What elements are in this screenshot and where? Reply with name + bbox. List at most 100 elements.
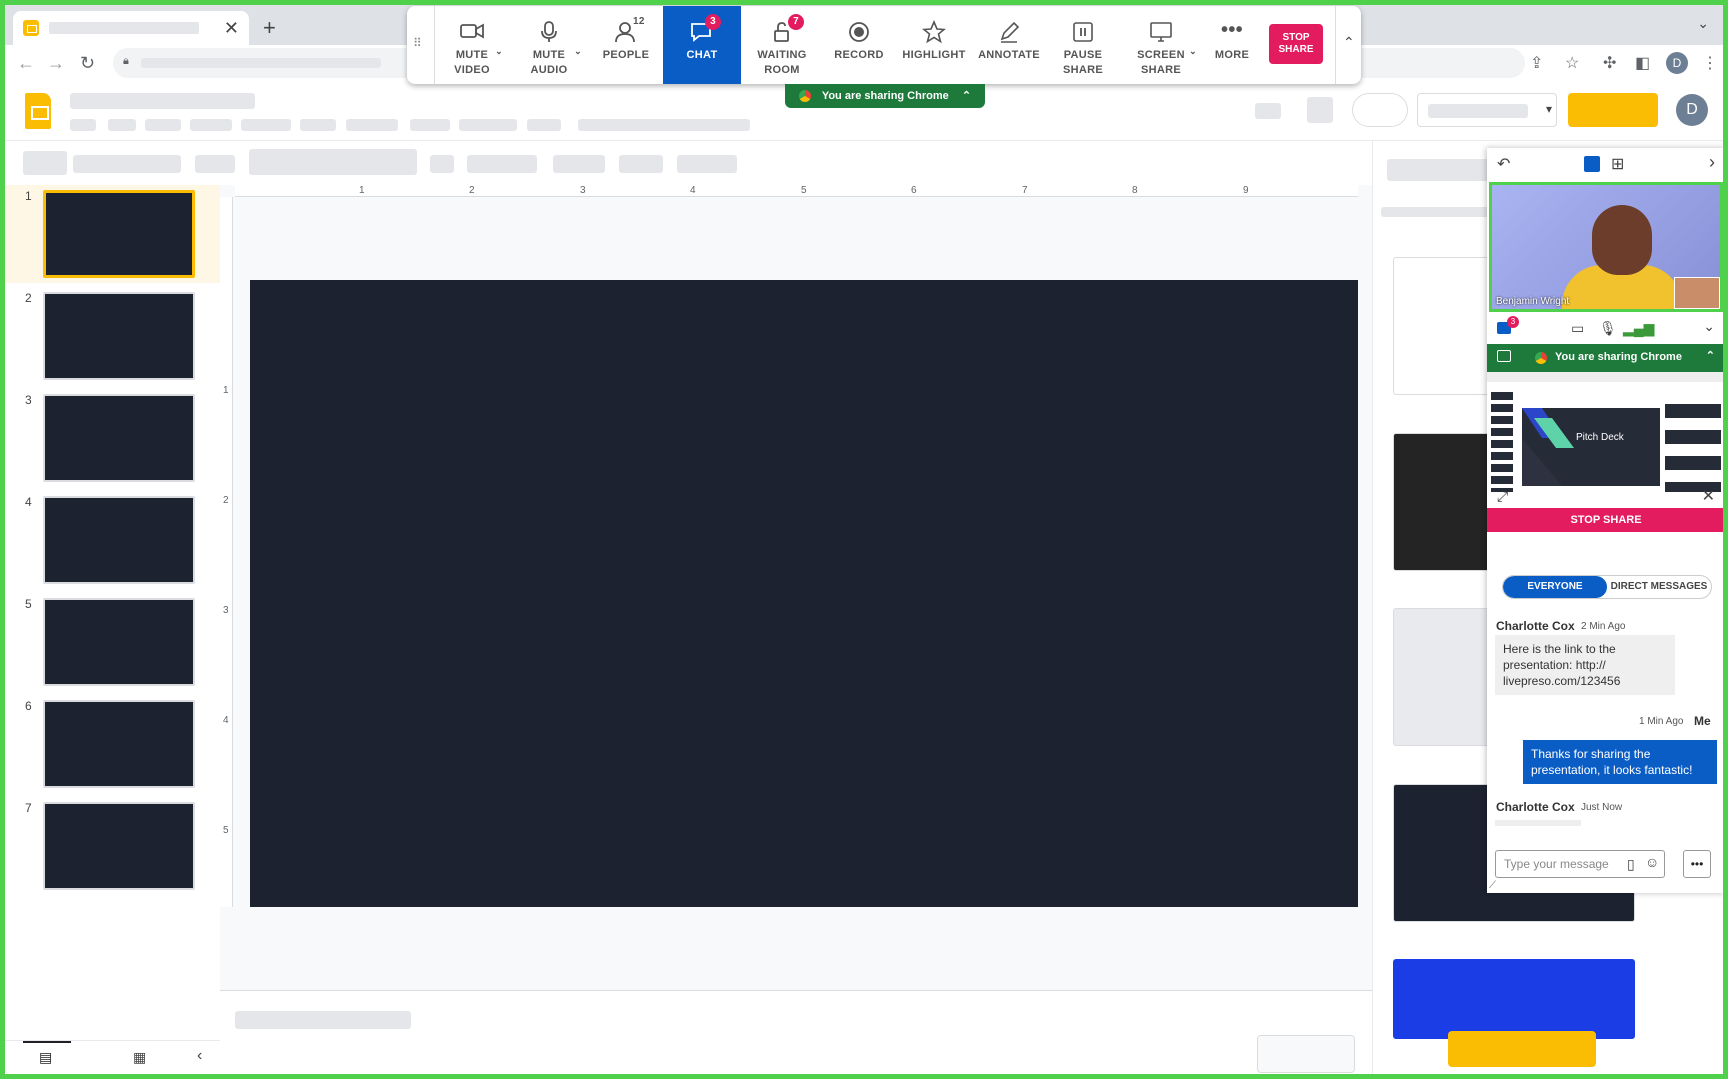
extensions-icon[interactable]: ✣ (1603, 53, 1616, 73)
chat-tab-switch: EVERYONE DIRECT MESSAGES (1502, 575, 1712, 599)
button-label: SCREEN (1137, 49, 1185, 61)
slide-thumbnail-4[interactable] (43, 496, 195, 584)
speaker-video[interactable]: Benjamin Wright (1489, 182, 1723, 312)
people-button[interactable]: PEOPLE 12 (593, 6, 659, 84)
chevron-down-icon[interactable]: ⌄ (1703, 318, 1715, 335)
button-label: HIGHLIGHT (902, 49, 966, 61)
mute-video-button[interactable]: MUTE VIDEO ⌄ (439, 6, 505, 84)
sharing-banner[interactable]: You are sharing Chrome ⌃ (785, 84, 985, 108)
chrome-icon (1535, 352, 1547, 364)
slide-thumbnail-3[interactable] (43, 394, 195, 482)
slides-logo-icon[interactable] (25, 93, 51, 129)
slide-thumbnail-6[interactable] (43, 700, 195, 788)
theme-option[interactable] (1393, 959, 1635, 1039)
collapse-chevron-icon[interactable]: ‹ (197, 1047, 202, 1065)
chevron-up-icon[interactable]: ⌃ (962, 90, 971, 102)
dropdown-chevron-icon[interactable]: ▾ (1546, 102, 1552, 116)
meeting-side-panel: ↶ ⊞ › Benjamin Wright 3 ▭ 🎙︎ ▂▄▆ ⌄ You a… (1487, 148, 1725, 893)
preview-slide: Pitch Deck (1522, 408, 1660, 486)
participant-image (1592, 205, 1652, 275)
screen-share-button[interactable]: SCREEN SHARE ⌄ (1123, 6, 1199, 84)
waiting-room-button[interactable]: WAITING ROOM 7 (746, 6, 818, 84)
tab-title-placeholder (49, 22, 199, 34)
preview-title: Pitch Deck (1576, 432, 1624, 443)
microphone-icon[interactable]: 🎙︎ (1599, 320, 1617, 337)
message-input[interactable]: Type your message (1495, 850, 1665, 878)
ruler-label: 1 (223, 385, 229, 396)
speaker-notes[interactable] (220, 990, 1372, 1079)
close-tab-icon[interactable]: ✕ (224, 18, 239, 39)
record-button[interactable]: RECORD (826, 6, 892, 84)
chevron-down-icon[interactable]: ⌄ (495, 46, 503, 57)
grid-view-icon[interactable]: ⊞ (1611, 154, 1624, 174)
chat-button[interactable]: CHAT 3 (663, 6, 741, 84)
drag-handle-icon[interactable]: ⠿ (413, 36, 422, 50)
ruler-label: 6 (911, 185, 917, 196)
pause-share-button[interactable]: PAUSE SHARE (1050, 6, 1116, 84)
browser-menu-icon[interactable]: ⋮ (1702, 53, 1718, 73)
button-label: STOP (1282, 32, 1310, 43)
attach-file-icon[interactable]: ▯ (1627, 856, 1635, 873)
slideshow-button[interactable]: ▾ (1417, 93, 1557, 127)
slide-filmstrip: 1 2 3 4 5 6 7 (5, 185, 220, 1040)
star-icon (895, 19, 973, 46)
collapse-toolbar-icon[interactable]: ⌃ (1343, 34, 1355, 51)
pause-icon[interactable] (1497, 350, 1511, 362)
stop-share-button[interactable]: STOP SHARE (1269, 24, 1323, 64)
resize-handle-icon[interactable]: ⟋ (1489, 880, 1496, 891)
undo-icon[interactable]: ↶ (1497, 154, 1510, 174)
slides-favicon-icon (23, 20, 39, 36)
slide-thumbnail-2[interactable] (43, 292, 195, 380)
annotate-button[interactable]: ANNOTATE (973, 6, 1045, 84)
chevron-right-icon[interactable]: › (1709, 152, 1715, 173)
emoji-icon[interactable]: ☺ (1645, 854, 1659, 870)
chevron-down-icon[interactable]: ⌄ (574, 46, 582, 57)
side-panel-icon[interactable]: ◧ (1635, 53, 1650, 73)
share-icon[interactable]: ⇪ (1530, 53, 1543, 73)
tab-direct-messages[interactable]: DIRECT MESSAGES (1607, 576, 1711, 598)
mute-audio-button[interactable]: MUTE AUDIO ⌄ (514, 6, 584, 84)
slide-thumbnail-1[interactable] (43, 190, 195, 278)
slide-number: 1 (25, 189, 32, 203)
ruler-label: 5 (223, 825, 229, 836)
button-label: WAITING (757, 49, 807, 61)
more-button[interactable]: ••• MORE (1202, 6, 1262, 84)
slide-thumbnail-7[interactable] (43, 802, 195, 890)
share-button[interactable] (1568, 93, 1658, 127)
app-profile-avatar[interactable]: D (1676, 94, 1708, 126)
people-count: 12 (633, 16, 645, 27)
slide-canvas[interactable] (250, 280, 1358, 907)
browser-profile-avatar[interactable]: D (1666, 52, 1688, 74)
comment-history-button[interactable] (1352, 93, 1408, 127)
slide-thumbnail-5[interactable] (43, 598, 195, 686)
chevron-up-icon[interactable]: ⌃ (1706, 349, 1715, 362)
forward-icon[interactable]: → (47, 53, 65, 74)
close-icon[interactable]: ✕ (1702, 486, 1715, 506)
more-options-button[interactable]: ••• (1683, 850, 1711, 878)
message-time: 2 Min Ago (1581, 621, 1626, 632)
ruler-label: 2 (223, 495, 229, 506)
chrome-icon (798, 90, 811, 103)
browser-tab[interactable]: ✕ (13, 11, 249, 45)
meeting-toolbar: ⠿ MUTE VIDEO ⌄ MUTE AUDIO ⌄ PEOPLE 12 CH… (407, 6, 1361, 84)
popout-icon[interactable]: ⤢ (1497, 488, 1508, 505)
chevron-down-icon[interactable]: ⌄ (1189, 46, 1197, 57)
import-theme-button[interactable] (1448, 1031, 1596, 1067)
stop-share-button[interactable]: STOP SHARE (1487, 508, 1725, 532)
new-tab-icon[interactable]: + (263, 15, 276, 41)
filmstrip-view-icon[interactable]: ▤ (39, 1049, 52, 1066)
sharing-status-text: You are sharing Chrome (1555, 351, 1682, 363)
tab-everyone[interactable]: EVERYONE (1503, 576, 1607, 598)
slide-number: 5 (25, 597, 32, 611)
self-view-thumbnail[interactable] (1674, 277, 1720, 309)
back-icon[interactable]: ← (17, 53, 35, 74)
lock-icon (746, 20, 818, 46)
speaker-view-icon[interactable] (1584, 156, 1600, 172)
camera-icon[interactable]: ▭ (1571, 320, 1584, 337)
message-author: Charlotte Cox (1496, 619, 1575, 633)
reload-icon[interactable]: ↻ (80, 53, 95, 74)
grid-view-icon[interactable]: ▦ (133, 1049, 146, 1066)
bookmark-star-icon[interactable]: ☆ (1565, 53, 1579, 73)
tab-search-chevron-icon[interactable]: ⌄ (1697, 15, 1709, 32)
highlight-button[interactable]: HIGHLIGHT (895, 6, 973, 84)
